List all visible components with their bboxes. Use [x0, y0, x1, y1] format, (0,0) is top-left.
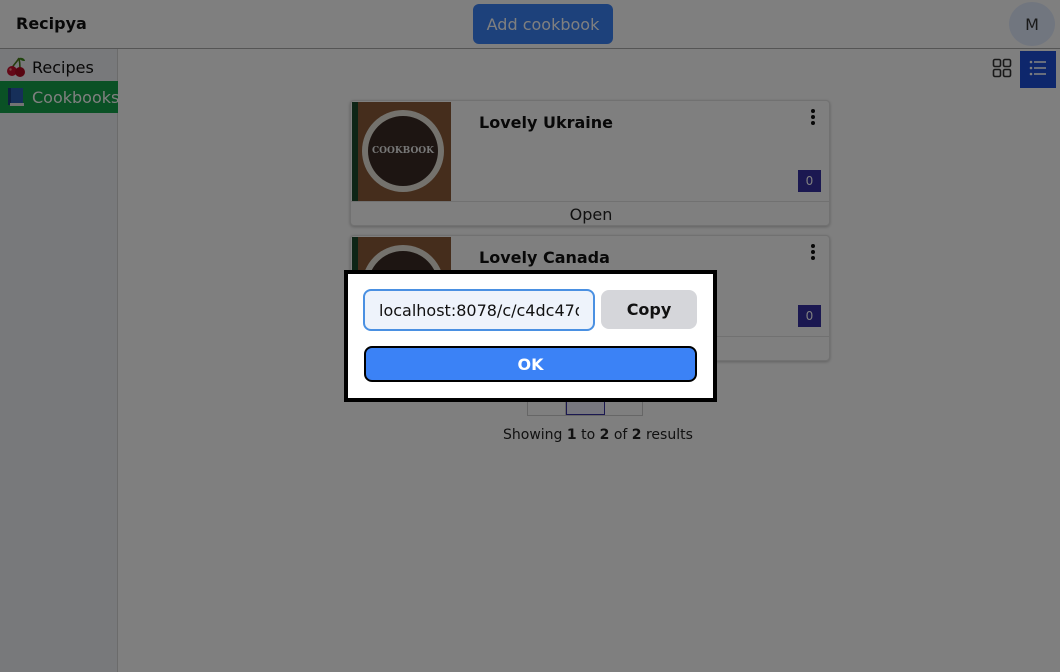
share-url-input[interactable]: [363, 289, 595, 331]
share-dialog: Copy OK: [344, 270, 717, 402]
copy-button[interactable]: Copy: [601, 290, 697, 329]
ok-button[interactable]: OK: [364, 346, 697, 382]
